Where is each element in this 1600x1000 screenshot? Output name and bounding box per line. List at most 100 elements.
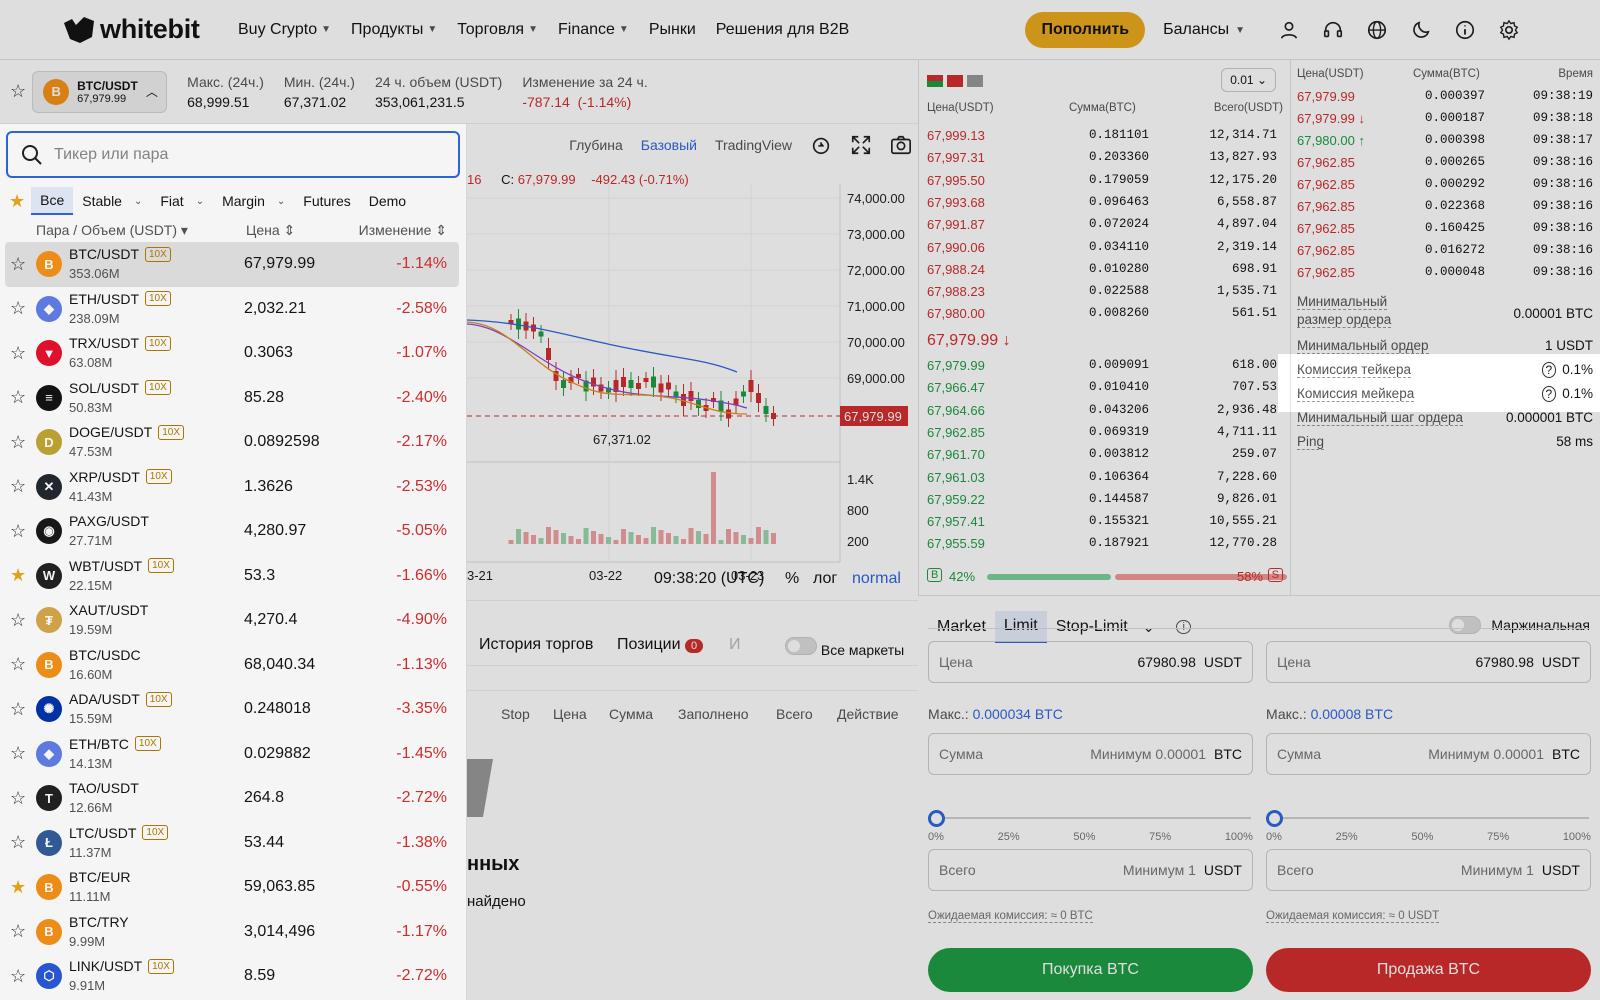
ask-row[interactable]: 67,999.13 0.181101 12,314.71 <box>919 128 1291 150</box>
market-search[interactable] <box>6 131 460 178</box>
user-icon[interactable] <box>1278 19 1300 41</box>
market-row[interactable]: ★ B BTC/EUR 11.11M 59,063.85 -0.55% <box>0 865 467 910</box>
star-icon[interactable]: ☆ <box>10 966 26 987</box>
tab-trade-history[interactable]: История торгов <box>479 636 593 654</box>
sell-button[interactable]: Продажа BTC <box>1266 948 1591 992</box>
book-view-both-icon[interactable] <box>927 75 943 87</box>
star-icon[interactable]: ☆ <box>10 788 26 809</box>
ask-row[interactable]: 67,995.50 0.179059 12,175.20 <box>919 173 1291 195</box>
ask-row[interactable]: 67,991.87 0.072024 4,897.04 <box>919 217 1291 239</box>
market-row[interactable]: ☆ B BTC/USDT 10X 353.06M 67,979.99 -1.14% <box>5 242 459 287</box>
filter-all[interactable]: Все <box>31 187 74 215</box>
market-row[interactable]: ☆ ◆ ETH/USDT 10X 238.09M 2,032.21 -2.58% <box>0 287 467 332</box>
nav-markets[interactable]: Рынки <box>649 21 696 39</box>
market-row[interactable]: ☆ ◆ ETH/BTC 10X 14.13M 0.029882 -1.45% <box>0 732 467 777</box>
star-icon[interactable]: ☆ <box>10 699 26 720</box>
book-view-bids-icon[interactable] <box>967 75 983 87</box>
gear-icon[interactable] <box>1498 19 1520 41</box>
star-icon[interactable]: ☆ <box>10 343 26 364</box>
slider-handle[interactable] <box>1266 810 1283 827</box>
sort-price[interactable]: Цена ⇕ <box>246 222 295 239</box>
info-icon[interactable]: i <box>1176 620 1191 634</box>
ask-row[interactable]: 67,990.06 0.034110 2,319.14 <box>919 240 1291 262</box>
normal-scale-toggle[interactable]: normal <box>852 570 901 588</box>
nav-trading[interactable]: Торговля ▼ <box>457 21 538 39</box>
ask-row[interactable]: 67,997.31 0.203360 13,827.93 <box>919 150 1291 172</box>
sort-change[interactable]: Изменение ⇕ <box>359 222 447 239</box>
buy-total-field[interactable]: Всего Минимум 1 USDT <box>928 849 1253 891</box>
tab-positions[interactable]: Позиции 0 <box>617 636 704 654</box>
market-row[interactable]: ☆ ✺ ADA/USDT 10X 15.59M 0.248018 -3.35% <box>0 687 467 732</box>
sell-total-field[interactable]: Всего Минимум 1 USDT <box>1266 849 1591 891</box>
tab-limit[interactable]: Limit <box>994 611 1047 643</box>
chevron-down-icon[interactable]: ⌄ <box>1143 619 1155 636</box>
star-icon[interactable]: ★ <box>10 877 26 898</box>
search-input[interactable] <box>54 145 434 164</box>
market-row[interactable]: ☆ D DOGE/USDT 10X 47.53M 0.0892598 -2.17% <box>0 420 467 465</box>
star-icon[interactable]: ★ <box>9 191 25 212</box>
tab-stop-limit[interactable]: Stop-Limit <box>1047 612 1137 642</box>
nav-finance[interactable]: Finance ▼ <box>558 21 629 39</box>
market-row[interactable]: ☆ ◉ PAXG/USDT 27.71M 4,280.97 -5.05% <box>0 509 467 554</box>
star-icon[interactable]: ☆ <box>10 254 26 275</box>
market-row[interactable]: ★ W WBT/USDT 10X 22.15M 53.3 -1.66% <box>0 554 467 599</box>
star-icon[interactable]: ☆ <box>10 387 26 408</box>
star-icon[interactable]: ☆ <box>10 743 26 764</box>
market-row[interactable]: ☆ Ł LTC/USDT 10X 11.37M 53.44 -1.38% <box>0 821 467 866</box>
sort-pair-volume[interactable]: Пара / Объем (USDT) ▾ <box>36 222 188 239</box>
book-view-asks-icon[interactable] <box>947 75 963 87</box>
deposit-button[interactable]: Пополнить <box>1025 12 1146 48</box>
brand-logo[interactable]: whitebit <box>62 14 212 45</box>
buy-price-field[interactable]: Цена 67980.98 USDT <box>928 641 1253 683</box>
buy-amount-slider[interactable]: 0% 25% 50% 75% 100% <box>928 809 1253 843</box>
bid-row[interactable]: 67,957.41 0.155321 10,555.21 <box>919 514 1291 536</box>
star-icon[interactable]: ☆ <box>10 832 26 853</box>
max-value[interactable]: 0.000034 BTC <box>973 706 1063 722</box>
filter-futures[interactable]: Futures <box>294 188 359 214</box>
market-row[interactable]: ☆ ✕ XRP/USDT 10X 41.43M 1.3626 -2.53% <box>0 465 467 510</box>
market-row[interactable]: ☆ ▼ TRX/USDT 10X 63.08M 0.3063 -1.07% <box>0 331 467 376</box>
star-icon[interactable]: ☆ <box>10 81 26 102</box>
star-icon[interactable]: ☆ <box>10 432 26 453</box>
sell-amount-field[interactable]: Сумма Минимум 0.00001 BTC <box>1266 733 1591 775</box>
star-icon[interactable]: ☆ <box>10 521 26 542</box>
buy-amount-field[interactable]: Сумма Минимум 0.00001 BTC <box>928 733 1253 775</box>
moon-icon[interactable] <box>1410 19 1432 41</box>
market-row[interactable]: ☆ ₮ XAUT/USDT 19.59M 4,270.4 -4.90% <box>0 598 467 643</box>
bid-row[interactable]: 67,961.70 0.003812 259.07 <box>919 447 1291 469</box>
tab-market[interactable]: Market <box>928 612 995 642</box>
star-icon[interactable]: ☆ <box>10 298 26 319</box>
nav-b2b[interactable]: Решения для B2B <box>716 21 850 39</box>
bid-row[interactable]: 67,959.22 0.144587 9,826.01 <box>919 492 1291 514</box>
bid-row[interactable]: 67,962.85 0.069319 4,711.11 <box>919 425 1291 447</box>
book-view-toggles[interactable] <box>927 75 983 87</box>
sell-amount-slider[interactable]: 0% 25% 50% 75% 100% <box>1266 809 1591 843</box>
ask-row[interactable]: 67,993.68 0.096463 6,558.87 <box>919 195 1291 217</box>
toggle-switch[interactable] <box>785 637 817 655</box>
log-scale-toggle[interactable]: лог <box>813 570 837 588</box>
precision-select[interactable]: 0.01 ⌄ <box>1221 68 1276 92</box>
pair-selector[interactable]: B BTC/USDT 67,979.99 ︿ <box>32 70 168 113</box>
bid-row[interactable]: 67,979.99 0.009091 618.00 <box>919 358 1291 380</box>
market-row[interactable]: ☆ B BTC/TRY 9.99M 3,014,496 -1.17% <box>0 910 467 955</box>
bid-row[interactable]: 67,966.47 0.010410 707.53 <box>919 380 1291 402</box>
star-icon[interactable]: ☆ <box>10 610 26 631</box>
bid-row[interactable]: 67,955.59 0.187921 12,770.28 <box>919 536 1291 558</box>
bid-row[interactable]: 67,964.66 0.043206 2,936.48 <box>919 403 1291 425</box>
tab-truncated[interactable]: И <box>729 636 741 654</box>
question-icon[interactable]: ? <box>1541 362 1557 378</box>
star-icon[interactable]: ★ <box>10 565 26 586</box>
ask-row[interactable]: 67,980.00 0.008260 561.51 <box>919 306 1291 328</box>
star-icon[interactable]: ☆ <box>10 921 26 942</box>
question-icon[interactable]: ? <box>1541 386 1557 402</box>
filter-fiat[interactable]: Fiat ⌄ <box>151 188 213 214</box>
slider-handle[interactable] <box>928 810 945 827</box>
market-row[interactable]: ☆ ⬡ LINK/USDT 10X 9.91M 8.59 -2.72% <box>0 954 467 999</box>
nav-products[interactable]: Продукты ▼ <box>351 21 437 39</box>
market-row[interactable]: ☆ T TAO/USDT 12.66M 264.8 -2.72% <box>0 776 467 821</box>
sell-price-field[interactable]: Цена 67980.98 USDT <box>1266 641 1591 683</box>
balances-dropdown[interactable]: Балансы ▼ <box>1163 21 1245 39</box>
buy-button[interactable]: Покупка BTC <box>928 948 1253 992</box>
filter-stable[interactable]: Stable ⌄ <box>73 188 151 214</box>
candlestick-chart[interactable]: 74,000.00 73,000.00 72,000.00 71,000.00 70,0… <box>467 124 918 600</box>
